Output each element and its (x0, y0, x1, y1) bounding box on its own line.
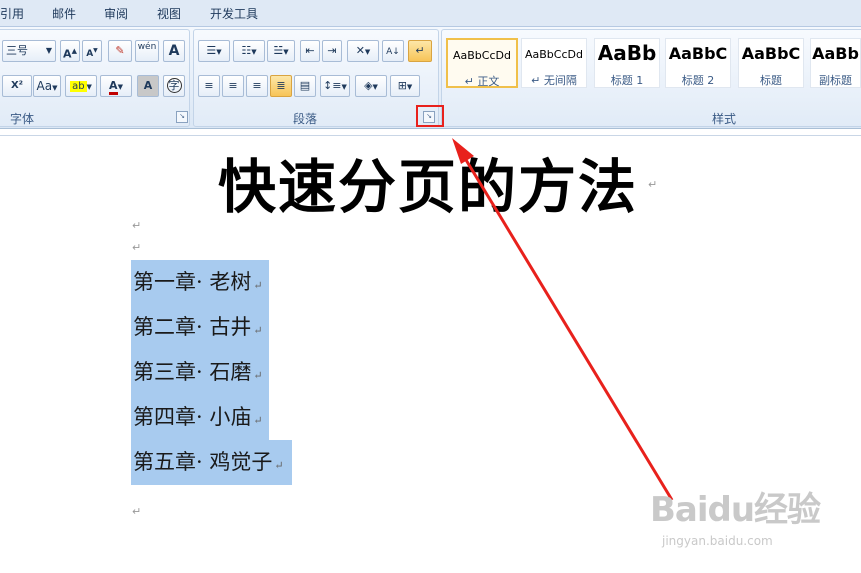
watermark-url: jingyan.baidu.com (662, 534, 773, 548)
baidu-watermark: Baidu经验 jingyan.baidu.com (650, 482, 821, 548)
watermark-brand: Baidu经验 (650, 490, 821, 530)
